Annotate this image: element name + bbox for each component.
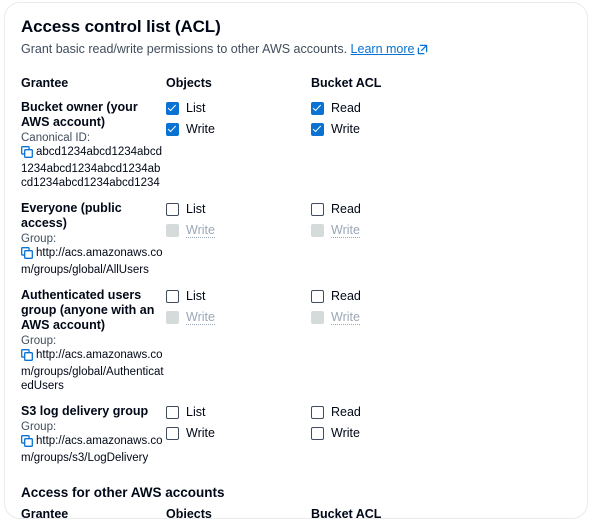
checkbox-label: Write [331, 222, 360, 238]
copy-icon[interactable] [21, 247, 33, 263]
checkbox-row: List [166, 201, 311, 217]
checkbox-label: Write [331, 121, 360, 136]
checkbox-bucket-write[interactable] [311, 426, 324, 440]
checkbox-objects-list[interactable] [166, 101, 179, 115]
checkbox-bucket-read[interactable] [311, 101, 324, 115]
grantee-name: Bucket owner (your AWS account) [21, 100, 138, 129]
page-description: Grant basic read/write permissions to ot… [21, 41, 571, 59]
checkbox-label: Write [186, 121, 215, 136]
grantee-cell: S3 log delivery group Group: http://acs.am… [21, 404, 166, 465]
acl-table: Grantee Objects Bucket ACL Bucket owner … [21, 75, 571, 476]
grantee-cell: Everyone (public access) Group: http://acs… [21, 201, 166, 277]
other-column-header-objects: Objects [166, 507, 212, 519]
checkbox-row: Write [166, 425, 311, 441]
grantee-sub-label: Group: [21, 335, 57, 347]
checkbox-bucket-read[interactable] [311, 202, 324, 216]
checkbox-row: Write [311, 309, 471, 325]
checkbox-row: Write [166, 309, 311, 325]
checkbox-label: Read [331, 100, 361, 115]
checkbox-row: Write [311, 121, 471, 137]
grantee-sub-label: Canonical ID: [21, 132, 91, 144]
table-row: S3 log delivery group Group: http://acs.am… [21, 404, 571, 476]
grantee-value: http://acs.amazonaws.com/groups/global/A… [21, 247, 163, 276]
objects-cell: List Write [166, 201, 311, 277]
checkbox-bucket-write[interactable] [311, 122, 324, 136]
checkbox-label: Write [331, 425, 360, 440]
page-title: Access control list (ACL) [21, 17, 221, 36]
checkbox-objects-write [166, 223, 179, 237]
grantee-name: Everyone (public access) [21, 201, 122, 230]
table-row: Everyone (public access) Group: http://acs… [21, 201, 571, 288]
checkbox-objects-write[interactable] [166, 122, 179, 136]
copy-icon[interactable] [21, 349, 33, 365]
bucket-acl-cell: Read Write [311, 288, 471, 393]
checkbox-row: Read [311, 404, 471, 420]
grantee-value: abcd1234abcd1234abcd1234abcd1234abcd1234… [21, 146, 162, 189]
checkbox-objects-write[interactable] [166, 426, 179, 440]
learn-more-link[interactable]: Learn more [351, 42, 415, 56]
checkbox-label: List [186, 288, 206, 303]
grantee-sub-label: Group: [21, 421, 57, 433]
checkbox-row: List [166, 404, 311, 420]
checkbox-row: Write [166, 222, 311, 238]
checkbox-row: Write [311, 425, 471, 441]
checkbox-label: Read [331, 288, 361, 303]
checkbox-bucket-write [311, 310, 324, 324]
table-row: Bucket owner (your AWS account) Canonical… [21, 100, 571, 201]
checkbox-label: Write [186, 425, 215, 440]
checkbox-objects-list[interactable] [166, 202, 179, 216]
acl-panel: Access control list (ACL) Grant basic re… [4, 2, 588, 519]
checkbox-bucket-write [311, 223, 324, 237]
other-column-header-bucket-acl: Bucket ACL [311, 507, 382, 519]
checkbox-objects-write [166, 310, 179, 324]
objects-cell: List Write [166, 288, 311, 393]
other-column-header-grantee: Grantee [21, 507, 69, 519]
column-header-grantee: Grantee [21, 76, 69, 90]
checkbox-row: Write [311, 222, 471, 238]
bucket-acl-cell: Read Write [311, 100, 471, 190]
checkbox-label: List [186, 100, 206, 115]
external-link-icon[interactable] [417, 43, 428, 59]
column-header-objects: Objects [166, 76, 212, 90]
objects-cell: List Write [166, 100, 311, 190]
copy-icon[interactable] [21, 146, 33, 162]
grantee-value: http://acs.amazonaws.com/groups/global/A… [21, 349, 164, 392]
checkbox-row: Read [311, 201, 471, 217]
grantee-cell: Authenticated users group (anyone with a… [21, 288, 166, 393]
page-description-text: Grant basic read/write permissions to ot… [21, 42, 348, 56]
bucket-acl-cell: Read Write [311, 404, 471, 465]
column-header-bucket-acl: Bucket ACL [311, 76, 382, 90]
checkbox-label: Write [331, 309, 360, 325]
grantee-cell: Bucket owner (your AWS account) Canonical… [21, 100, 166, 190]
checkbox-row: List [166, 288, 311, 304]
checkbox-row: List [166, 100, 311, 116]
checkbox-objects-list[interactable] [166, 405, 179, 419]
table-row: Authenticated users group (anyone with a… [21, 288, 571, 404]
checkbox-label: Read [331, 201, 361, 216]
grantee-name: S3 log delivery group [21, 404, 149, 418]
checkbox-row: Read [311, 100, 471, 116]
grantee-value: http://acs.amazonaws.com/groups/s3/LogDe… [21, 435, 163, 464]
checkbox-label: Write [186, 309, 215, 325]
checkbox-bucket-read[interactable] [311, 405, 324, 419]
checkbox-row: Read [311, 288, 471, 304]
checkbox-label: List [186, 201, 206, 216]
objects-cell: List Write [166, 404, 311, 465]
checkbox-label: List [186, 404, 206, 419]
acl-table-header: Grantee Objects Bucket ACL [21, 75, 571, 100]
checkbox-label: Write [186, 222, 215, 238]
checkbox-bucket-read[interactable] [311, 289, 324, 303]
bucket-acl-cell: Read Write [311, 201, 471, 277]
other-accounts-title: Access for other AWS accounts [21, 485, 225, 500]
checkbox-objects-list[interactable] [166, 289, 179, 303]
grantee-name: Authenticated users group (anyone with a… [21, 288, 155, 332]
other-accounts-header: Grantee Objects Bucket ACL [21, 506, 571, 519]
checkbox-row: Write [166, 121, 311, 137]
checkbox-label: Read [331, 404, 361, 419]
copy-icon[interactable] [21, 435, 33, 451]
grantee-sub-label: Group: [21, 233, 57, 245]
